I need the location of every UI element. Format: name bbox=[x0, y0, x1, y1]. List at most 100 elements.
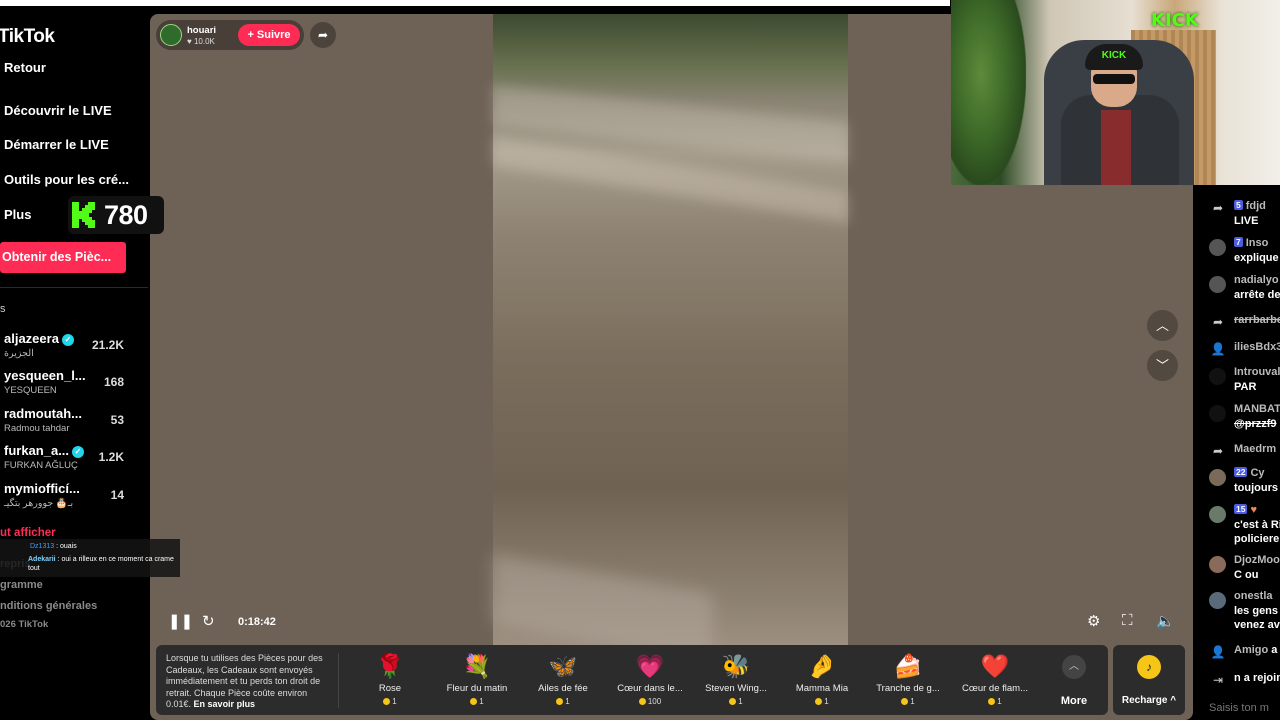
recharge-button[interactable]: ♪ Recharge ^ bbox=[1113, 645, 1185, 715]
viewer-count: 14 bbox=[110, 488, 124, 502]
copyright: 026 TikTok bbox=[0, 619, 49, 630]
gift-coeur-de-flamme[interactable]: ❤️ Cœur de flam... 1 bbox=[952, 649, 1038, 711]
nav-discover-live[interactable]: Découvrir le LIVE bbox=[4, 103, 112, 118]
settings-icon[interactable]: ⚙ bbox=[1087, 612, 1100, 630]
share-icon: ➦ bbox=[1212, 444, 1224, 458]
avatar bbox=[1209, 405, 1226, 422]
host-avatar[interactable] bbox=[160, 24, 182, 46]
followed-account[interactable]: yesqueen_l... YESQUEEN 168 bbox=[4, 368, 144, 402]
level-badge: 15 bbox=[1234, 504, 1248, 514]
account-subtitle: Radmou tahdar bbox=[4, 423, 70, 434]
sidebar-divider bbox=[0, 287, 148, 288]
coin-icon bbox=[901, 698, 909, 705]
avatar bbox=[1209, 368, 1226, 385]
rose-icon: 🌹 bbox=[375, 653, 405, 679]
chat-input[interactable]: Saisis ton m bbox=[1209, 702, 1269, 714]
gift-bar: Lorsque tu utilises des Pièces pour des … bbox=[156, 645, 1108, 715]
nav-start-live[interactable]: Démarrer le LIVE bbox=[4, 137, 109, 152]
gift-coeur-dans-le[interactable]: 💗 Cœur dans le... 100 bbox=[607, 649, 693, 711]
gift-fleur-du-matin[interactable]: 💐 Fleur du matin 1 bbox=[434, 649, 520, 711]
avatar bbox=[1209, 239, 1226, 256]
overlay-message: Dz1313 : ouais bbox=[30, 543, 77, 550]
section-heading: s bbox=[0, 303, 6, 315]
bouquet-icon: 💐 bbox=[462, 653, 492, 679]
show-all-link[interactable]: ut afficher bbox=[0, 527, 56, 539]
pinched-hand-icon: 🤌 bbox=[807, 653, 837, 679]
nav-creator-tools[interactable]: Outils pour les cré... bbox=[4, 172, 129, 187]
sidebar: TikTok Retour Découvrir le LIVE Démarrer… bbox=[0, 6, 150, 720]
avatar bbox=[1209, 506, 1226, 523]
account-name: radmoutah... bbox=[4, 406, 83, 421]
nav-back[interactable]: Retour bbox=[4, 60, 46, 75]
sunglasses bbox=[1093, 74, 1135, 84]
footer-link[interactable]: nditions générales bbox=[0, 600, 97, 612]
learn-more-link[interactable]: En savoir plus bbox=[194, 699, 256, 709]
kick-cap: KICK bbox=[1085, 44, 1143, 70]
followed-account[interactable]: aljazeera ✓ الجزيرة 21.2K bbox=[4, 331, 144, 365]
avatar bbox=[1209, 469, 1226, 486]
coin-icon bbox=[815, 698, 823, 705]
butterfly-icon: 🦋 bbox=[548, 653, 578, 679]
volume-icon[interactable]: 🔈 bbox=[1156, 612, 1175, 630]
account-subtitle: الجزيرة bbox=[4, 348, 34, 359]
more-gifts-button[interactable]: ︿ More bbox=[1056, 655, 1092, 707]
share-icon[interactable]: ➦ bbox=[310, 22, 336, 48]
account-name: yesqueen_l... bbox=[4, 368, 86, 383]
next-live-button[interactable]: ﹀ bbox=[1147, 350, 1178, 381]
avatar bbox=[1209, 556, 1226, 573]
pause-icon[interactable]: ❚❚ bbox=[168, 612, 193, 630]
get-coins-button[interactable]: Obtenir des Pièc... bbox=[0, 242, 126, 273]
kick-logo-icon bbox=[72, 202, 95, 228]
coin-icon bbox=[729, 698, 737, 705]
live-video[interactable] bbox=[493, 14, 848, 664]
follow-icon: 👤 bbox=[1210, 342, 1226, 356]
share-icon: ➦ bbox=[1212, 201, 1224, 215]
follow-icon: 👤 bbox=[1210, 645, 1226, 659]
tiktok-logo[interactable]: TikTok bbox=[0, 26, 55, 48]
coin-icon bbox=[638, 698, 646, 705]
avatar bbox=[1209, 276, 1226, 293]
followed-account[interactable]: radmoutah... Radmou tahdar 53 bbox=[4, 406, 144, 440]
level-badge: 5 bbox=[1234, 200, 1243, 210]
viewer-count: 53 bbox=[110, 413, 124, 427]
followed-account[interactable]: mymiofficí... بـ🎂 جوورهر بتگيـ 14 bbox=[4, 481, 144, 515]
viewer-count: 1.2K bbox=[98, 450, 124, 464]
account-name: aljazeera ✓ bbox=[4, 331, 74, 346]
refresh-icon[interactable]: ↻ bbox=[202, 612, 215, 630]
gift-ailes-de-fee[interactable]: 🦋 Ailes de fée 1 bbox=[520, 649, 606, 711]
gift-tranche-de-gateau[interactable]: 🍰 Tranche de g... 1 bbox=[865, 649, 951, 711]
followed-account[interactable]: furkan_a... ✓ FURKAN AĞLUÇ 1.2K bbox=[4, 443, 144, 477]
host-name[interactable]: houari bbox=[187, 25, 216, 36]
heart-icon: 💗 bbox=[635, 653, 665, 679]
account-subtitle: FURKAN AĞLUÇ bbox=[4, 460, 78, 471]
coin-icon bbox=[556, 698, 564, 705]
follow-button[interactable]: + Suivre bbox=[238, 24, 300, 46]
gift-rose[interactable]: 🌹 Rose 1 bbox=[347, 649, 433, 711]
coin-icon bbox=[383, 698, 391, 705]
chat-overlay: Dz1313 : ouais Adekarii : oui a rilleux … bbox=[0, 539, 180, 577]
account-subtitle: بـ🎂 جوورهر بتگيـ bbox=[4, 498, 74, 509]
cake-icon: 🍰 bbox=[893, 653, 923, 679]
share-icon: ➦ bbox=[1212, 315, 1224, 329]
kick-sign: KICK bbox=[1151, 10, 1199, 31]
fullscreen-icon[interactable]: ⛶ bbox=[1122, 612, 1133, 629]
host-info[interactable]: houari ♥ 10.0K + Suivre bbox=[156, 20, 304, 50]
viewer-count: 168 bbox=[103, 375, 124, 389]
previous-live-button[interactable]: ︿ bbox=[1147, 310, 1178, 341]
bee-icon: 🐝 bbox=[721, 653, 751, 679]
gift-disclaimer: Lorsque tu utilises des Pièces pour des … bbox=[166, 653, 323, 709]
coin-icon bbox=[988, 698, 996, 705]
gift-separator bbox=[338, 653, 339, 708]
stream-time: 0:18:42 bbox=[238, 616, 276, 628]
kick-counter-overlay: 780 bbox=[68, 196, 164, 234]
tiktok-coin-icon: ♪ bbox=[1137, 655, 1161, 679]
kick-count: 780 bbox=[104, 199, 148, 230]
plant bbox=[951, 0, 1026, 185]
gift-mamma-mia[interactable]: 🤌 Mamma Mia 1 bbox=[779, 649, 865, 711]
account-name: furkan_a... ✓ bbox=[4, 443, 85, 458]
chevron-up-icon: ︿ bbox=[1062, 655, 1086, 679]
verified-icon: ✓ bbox=[61, 334, 74, 346]
gift-steven-wing[interactable]: 🐝 Steven Wing... 1 bbox=[693, 649, 779, 711]
nav-more[interactable]: Plus bbox=[4, 207, 31, 222]
footer-link[interactable]: gramme bbox=[0, 579, 43, 591]
